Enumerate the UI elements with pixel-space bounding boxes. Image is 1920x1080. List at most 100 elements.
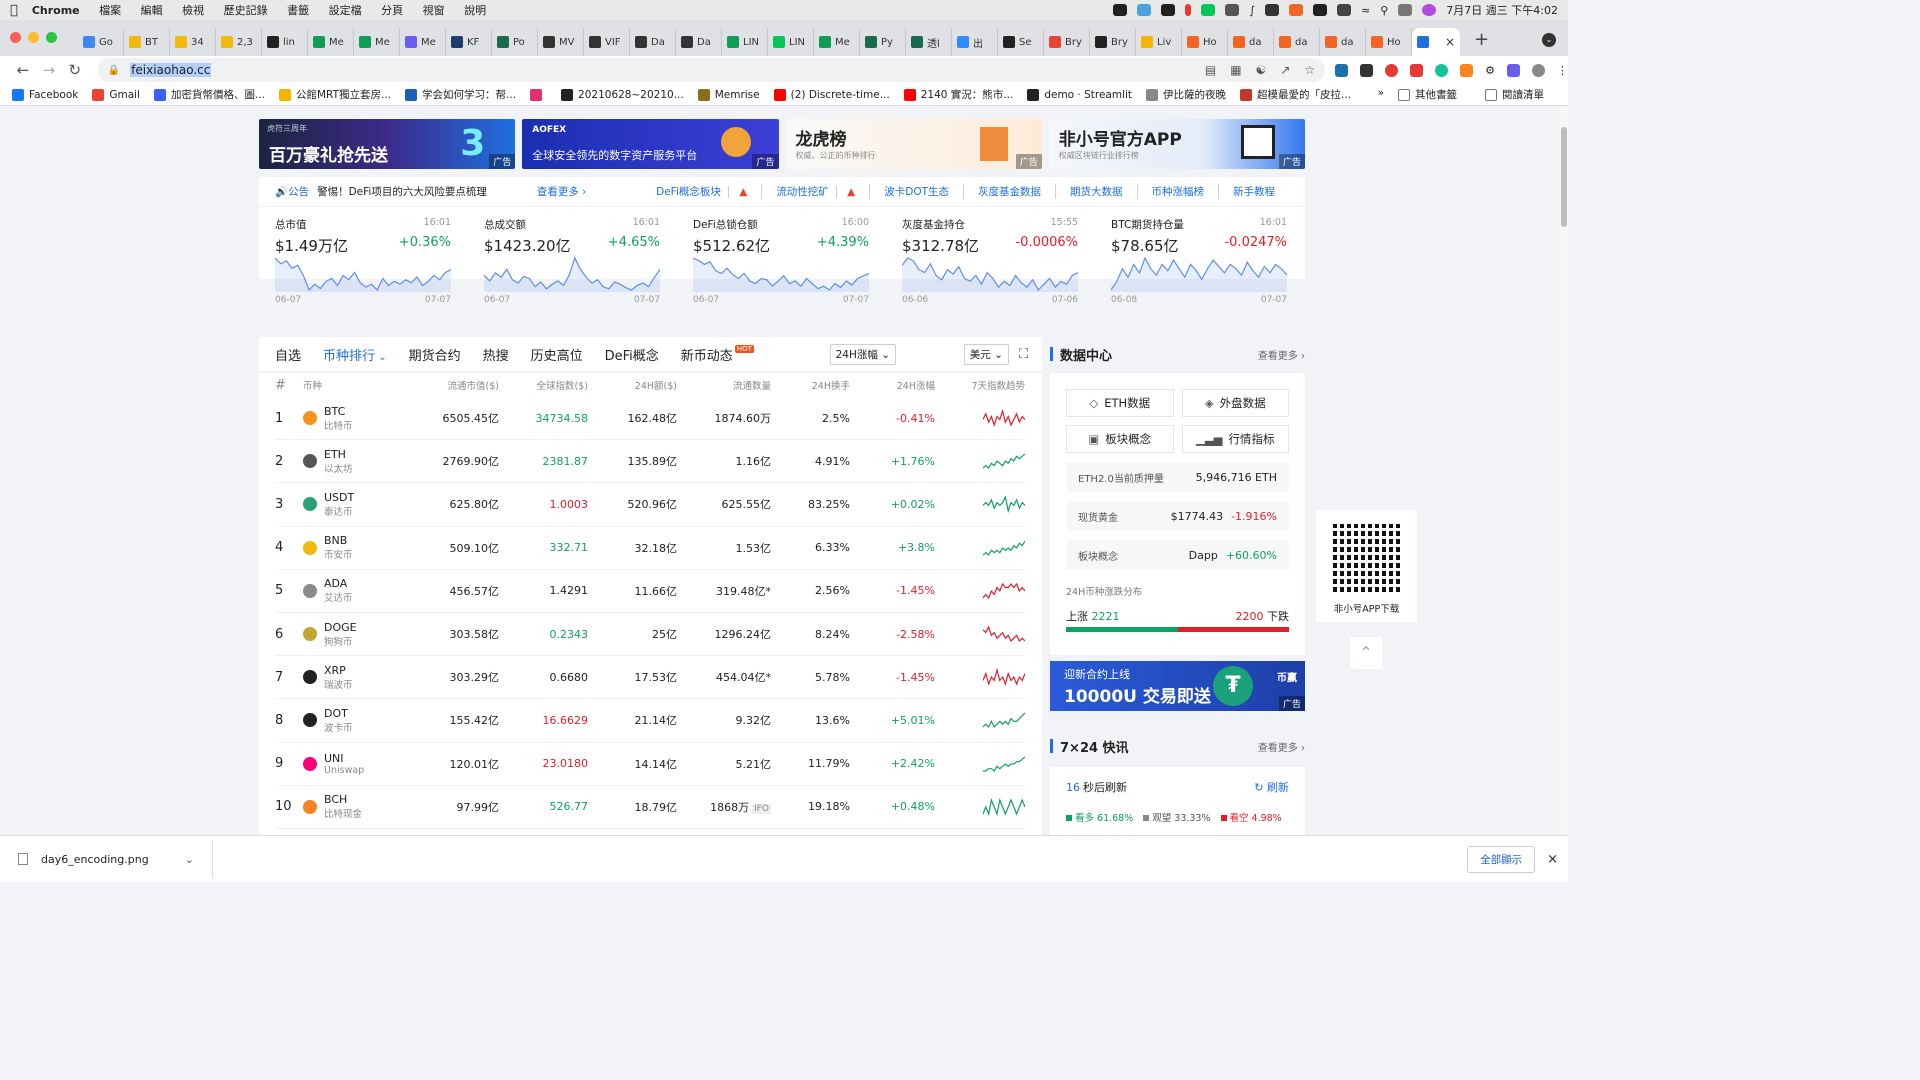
coin-cell[interactable]: BTC 比特币: [303, 405, 403, 432]
siri-icon[interactable]: [1422, 4, 1437, 16]
back-button[interactable]: ←: [10, 61, 36, 79]
menu-file[interactable]: 檔案: [99, 4, 121, 17]
lock-icon[interactable]: 🔒: [108, 65, 120, 76]
tray-icon[interactable]: [1289, 4, 1304, 16]
quick-link[interactable]: 灰度基金数据: [963, 184, 1055, 199]
tray-icon[interactable]: [1265, 4, 1280, 16]
download-item[interactable]: day6_encoding.png ⌄: [18, 853, 194, 866]
menu-bookmarks[interactable]: 書籤: [287, 4, 309, 17]
coin-cell[interactable]: ADA 艾达币: [303, 577, 403, 604]
clock[interactable]: 7月7日 週三 下午4:02: [1446, 2, 1558, 18]
bookmark-item[interactable]: Gmail: [92, 87, 140, 102]
banner-ranking[interactable]: 龙虎榜 权威、公正的币种排行 广告: [785, 119, 1042, 169]
browser-tab[interactable]: da: [1228, 28, 1274, 56]
other-bookmarks[interactable]: 其他書籤: [1398, 87, 1457, 102]
metric-card[interactable]: DeFi总锁仓额 16:00 $512.62亿 +4.39% 06-07 07-07: [692, 217, 870, 305]
adblock-icon[interactable]: [1385, 63, 1399, 77]
minimize-window-button[interactable]: [28, 32, 39, 43]
show-all-button[interactable]: 全部顯示: [1467, 845, 1536, 873]
bookmark-item[interactable]: 公館MRT獨立套房...: [279, 87, 391, 102]
browser-tab[interactable]: Me: [354, 28, 400, 56]
eth-data-button[interactable]: ◇ ETH数据: [1066, 389, 1174, 417]
spotlight-icon[interactable]: ⚲: [1380, 4, 1388, 17]
browser-tab[interactable]: Ho: [1366, 28, 1412, 56]
metric-card[interactable]: 总成交额 16:01 $1423.20亿 +4.65% 06-07 07-07: [483, 217, 661, 305]
extension-icon[interactable]: [1360, 63, 1374, 77]
browser-tab[interactable]: Liv: [1136, 28, 1182, 56]
table-row[interactable]: 6 DOGE 狗狗币 303.58亿 0.2343 25亿 1296.24亿 8.24% -2.…: [275, 613, 1026, 657]
quick-link[interactable]: 期货大数据: [1055, 184, 1137, 199]
coin-tab[interactable]: 期货合约: [409, 345, 461, 364]
sector-row[interactable]: 板块概念 Dapp +60.60%: [1066, 540, 1289, 570]
sort-select[interactable]: 24H涨幅 ⌄: [829, 343, 897, 365]
url-text[interactable]: feixiaohao.cc: [130, 63, 212, 77]
bookmark-item[interactable]: 超模最愛的「皮拉...: [1240, 87, 1351, 102]
browser-tab[interactable]: Bry: [1090, 28, 1136, 56]
col-24h-turnover[interactable]: 24H换手: [771, 378, 850, 392]
grammarly-icon[interactable]: [1435, 63, 1449, 77]
browser-tab[interactable]: Me: [308, 28, 354, 56]
coin-tab[interactable]: DeFi概念: [605, 345, 659, 364]
news-more-link[interactable]: 查看更多 ›: [1258, 739, 1305, 754]
market-indicator-button[interactable]: ▁▃▅ 行情指标: [1181, 425, 1289, 453]
menu-profiles[interactable]: 設定檔: [329, 4, 362, 17]
browser-tab[interactable]: 透l: [906, 28, 952, 56]
browser-tab[interactable]: BT: [124, 28, 170, 56]
banner-app[interactable]: 非小号官方APP 权威区块链行业排行榜 广告: [1048, 119, 1305, 169]
browser-tab[interactable]: VIF: [584, 28, 630, 56]
coin-cell[interactable]: DOGE 狗狗币: [303, 621, 403, 648]
menu-history[interactable]: 歷史記錄: [224, 4, 268, 17]
bookmark-item[interactable]: [530, 87, 547, 102]
browser-tab[interactable]: Me: [400, 28, 446, 56]
col-circulating-supply[interactable]: 流通数量: [677, 378, 771, 392]
datacenter-more-link[interactable]: 查看更多 ›: [1258, 347, 1305, 362]
puzzle-icon[interactable]: ⚙: [1485, 64, 1495, 77]
col-global-index[interactable]: 全球指数($): [499, 378, 588, 392]
bookmark-item[interactable]: demo · Streamlit: [1027, 87, 1132, 102]
browser-tab[interactable]: Py: [860, 28, 906, 56]
cloud-icon[interactable]: [1225, 4, 1240, 16]
address-bar[interactable]: 🔒 feixiaohao.cc ▤ ▦ ☯ ↗ ☆: [97, 58, 1326, 82]
control-center-icon[interactable]: [1398, 4, 1413, 16]
coin-tab[interactable]: 历史高位: [531, 345, 583, 364]
table-row[interactable]: 10 BCH 比特现金 97.99亿 526.77 18.79亿 1868万 IFO 19.18…: [275, 786, 1026, 829]
tray-icon[interactable]: [1137, 4, 1152, 16]
browser-tab[interactable]: Bry: [1044, 28, 1090, 56]
coin-cell[interactable]: BCH 比特现金: [303, 793, 403, 820]
banner-aofex[interactable]: AOFEX 全球安全领先的数字资产服务平台 广告: [522, 119, 779, 169]
banner-hoo[interactable]: 虎符三周年 百万豪礼抢先送 3 广告: [259, 119, 516, 169]
browser-tab[interactable]: Se: [998, 28, 1044, 56]
browser-tab[interactable]: Po: [492, 28, 538, 56]
coin-cell[interactable]: XRP 瑞波币: [303, 664, 403, 691]
tray-icon[interactable]: [1113, 4, 1128, 16]
table-row[interactable]: 5 ADA 艾达币 456.57亿 1.4291 11.66亿 319.48亿* 2.56% -…: [275, 570, 1026, 613]
quick-link[interactable]: 币种涨幅榜: [1136, 184, 1219, 199]
menu-help[interactable]: 說明: [464, 4, 486, 17]
external-data-button[interactable]: ◈ 外盘数据: [1181, 389, 1289, 417]
scrollbar-thumb[interactable]: [1561, 127, 1567, 227]
browser-tab[interactable]: 2,3: [216, 28, 262, 56]
menu-app-name[interactable]: Chrome: [32, 4, 80, 17]
coin-tab[interactable]: 新币动态 HOT: [681, 344, 754, 364]
browser-tab[interactable]: Me: [814, 28, 860, 56]
metric-card[interactable]: 灰度基金持仓 15:55 $312.78亿 -0.0006% 06-06 07-06: [901, 217, 1079, 305]
menu-edit[interactable]: 編輯: [141, 4, 163, 17]
bookmark-item[interactable]: 学会如何学习：帮...: [405, 87, 516, 102]
coin-tab[interactable]: 币种排行 ⌄: [323, 345, 387, 364]
share-icon[interactable]: ↗: [1280, 63, 1290, 77]
browser-tab[interactable]: Go: [78, 28, 124, 56]
coin-cell[interactable]: UNI Uniswap: [303, 752, 403, 776]
bookmark-item[interactable]: 20210628~20210...: [561, 87, 684, 102]
table-row[interactable]: 1 BTC 比特币 6505.45亿 34734.58 162.48亿 1874.60万 2.…: [275, 397, 1026, 441]
col-rank[interactable]: #: [275, 378, 303, 393]
menu-window[interactable]: 視窗: [423, 4, 445, 17]
col-24h-volume[interactable]: 24H额($): [588, 378, 677, 392]
refresh-button[interactable]: ↻ 刷新: [1254, 779, 1289, 795]
browser-tab[interactable]: 34: [170, 28, 216, 56]
browser-tab[interactable]: da: [1274, 28, 1320, 56]
bookmark-item[interactable]: 加密貨幣價格、圖...: [153, 87, 265, 102]
tray-icon[interactable]: [1185, 4, 1192, 16]
extension-icon[interactable]: [1507, 63, 1521, 77]
reading-list[interactable]: 閱讀清單: [1485, 87, 1544, 102]
gold-row[interactable]: 现货黄金 $1774.43 -1.916%: [1066, 501, 1289, 531]
